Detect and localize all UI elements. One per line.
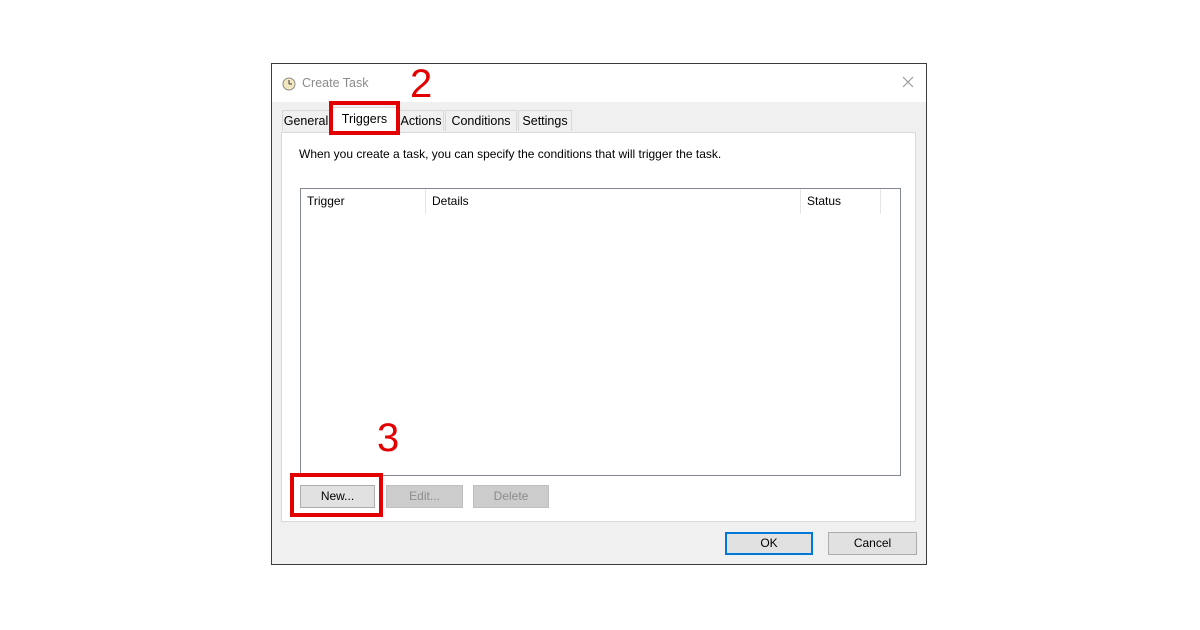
column-header-trigger[interactable]: Trigger — [301, 189, 426, 214]
column-header-details[interactable]: Details — [426, 189, 801, 214]
triggers-panel: When you create a task, you can specify … — [281, 132, 916, 522]
tab-general[interactable]: General — [282, 110, 330, 131]
delete-trigger-button[interactable]: Delete — [473, 485, 549, 508]
triggers-tab-highlight — [329, 101, 400, 135]
tab-actions[interactable]: Actions — [398, 110, 444, 131]
window-title: Create Task — [302, 76, 369, 90]
task-scheduler-clock-icon — [282, 77, 296, 91]
close-icon — [902, 76, 914, 91]
step-number-2: 2 — [410, 62, 433, 106]
tab-settings[interactable]: Settings — [518, 110, 572, 131]
cancel-button[interactable]: Cancel — [828, 532, 917, 555]
new-button-highlight — [290, 473, 383, 517]
title-bar: Create Task — [272, 64, 926, 102]
edit-trigger-button[interactable]: Edit... — [386, 485, 463, 508]
step-number-3: 3 — [377, 416, 400, 460]
ok-button[interactable]: OK — [725, 532, 813, 555]
tab-conditions[interactable]: Conditions — [445, 110, 517, 131]
column-header-status[interactable]: Status — [801, 189, 881, 214]
triggers-description: When you create a task, you can specify … — [299, 147, 722, 161]
close-button[interactable] — [890, 64, 926, 102]
